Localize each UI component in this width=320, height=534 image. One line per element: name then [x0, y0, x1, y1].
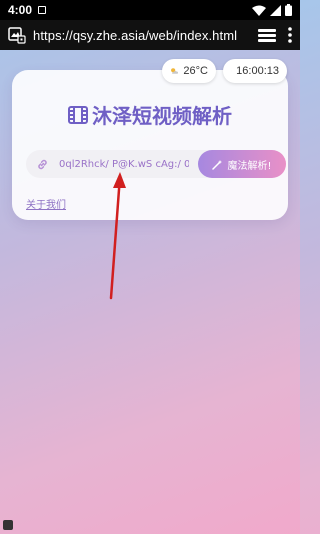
wand-icon — [212, 159, 223, 170]
weather-widget: 26°C — [162, 59, 216, 83]
page-title-text: 沐泽短视频解析 — [92, 104, 232, 128]
menu-icon[interactable] — [288, 27, 292, 43]
parse-button-label: 魔法解析! — [227, 160, 272, 172]
video-url-input[interactable]: 0ql2Rhck/ P@K.wS cAg:/ 09 — [59, 159, 189, 170]
page-info-icon[interactable] — [8, 26, 26, 44]
clock-widget: 16:00:13 — [223, 59, 287, 83]
wifi-icon — [252, 5, 266, 16]
about-us-link[interactable]: 关于我们 — [26, 196, 66, 211]
weather-icon — [171, 68, 179, 74]
status-bar: 4:00 — [0, 0, 300, 20]
battery-icon — [285, 4, 292, 16]
annotation-arrow — [109, 172, 126, 300]
film-icon — [68, 105, 88, 124]
tabs-icon[interactable] — [258, 28, 276, 42]
url-input-row: 0ql2Rhck/ P@K.wS cAg:/ 09 魔法解析! — [26, 150, 286, 178]
corner-icon — [3, 520, 13, 530]
page-title: 沐泽短视频解析 — [12, 100, 288, 129]
signal-icon — [270, 4, 281, 16]
temperature-text: 26°C — [183, 65, 208, 77]
link-icon — [38, 159, 47, 169]
clock-text: 16:00:13 — [236, 65, 279, 77]
browser-toolbar: https://qsy.zhe.asia/web/index.html — [0, 20, 300, 50]
parser-card: 沐泽短视频解析 0ql2Rhck/ P@K.wS cAg:/ 09 魔法解析! … — [12, 70, 288, 220]
notification-icon — [38, 6, 47, 14]
parse-button[interactable]: 魔法解析! — [198, 150, 286, 178]
url-field[interactable]: https://qsy.zhe.asia/web/index.html — [33, 28, 258, 43]
status-icons — [252, 4, 292, 16]
status-time: 4:00 — [8, 3, 33, 17]
